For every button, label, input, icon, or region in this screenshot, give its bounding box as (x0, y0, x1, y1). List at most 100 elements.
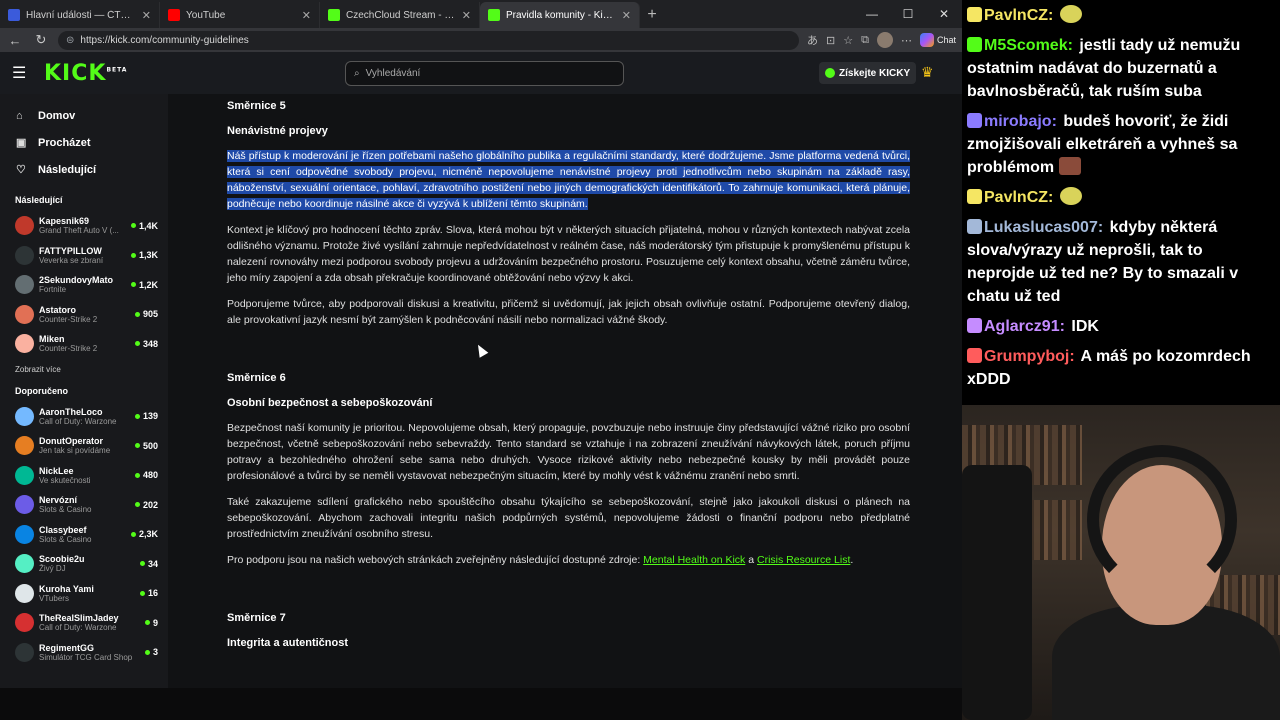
nav-browse[interactable]: ▣ Procházet (0, 129, 168, 156)
chat-message: Lukaslucas007: kdyby některá slova/výraz… (967, 216, 1274, 308)
kick-logo[interactable]: KICKBETA (44, 61, 127, 86)
channel-info: FATTYPILLOW Veverka se zbraní (39, 246, 126, 265)
favorite-icon[interactable]: ☆ (843, 34, 853, 47)
channel-avatar (15, 613, 34, 633)
viewer-count: 34 (140, 559, 158, 569)
maximize-icon[interactable]: ☐ (890, 0, 926, 28)
channel-item[interactable]: 2SekundovyMato Fortnite 1,2K (0, 270, 168, 300)
channel-item[interactable]: DonutOperator Jen tak si povídáme 500 (0, 431, 168, 461)
channel-item[interactable]: NickLee Ve skutečnosti 480 (0, 461, 168, 491)
channel-name: FATTYPILLOW (39, 245, 102, 256)
menu-icon[interactable]: ☰ (12, 63, 34, 83)
close-window-icon[interactable]: ✕ (926, 0, 962, 28)
and-text: a (745, 554, 757, 566)
section-7-title: Směrnice 7 (227, 612, 286, 624)
mental-health-link[interactable]: Mental Health on Kick (643, 554, 745, 566)
profile-avatar[interactable] (876, 32, 893, 48)
new-tab-icon[interactable]: + (640, 6, 664, 24)
emote-icon (1059, 5, 1082, 23)
following-list: Kapesnik69 Grand Theft Auto V (... 1,4K FAT… (0, 211, 168, 359)
chat-username[interactable]: Aglarcz91: (984, 318, 1065, 335)
headphones (1087, 445, 1237, 595)
section-6-paragraph-3: Pro podporu jsou na našich webových strá… (227, 552, 910, 568)
webcam-feed (962, 405, 1280, 720)
chat-username[interactable]: PavlnCZ: (984, 189, 1053, 206)
reload-icon[interactable]: ↻ (32, 32, 50, 48)
more-icon[interactable]: ⋯ (901, 34, 912, 47)
close-icon[interactable]: ✕ (622, 9, 631, 22)
chat-username[interactable]: PavlnCZ: (984, 7, 1053, 24)
chat-badge-icon (967, 318, 982, 333)
reader-icon[interactable]: ⊡ (826, 34, 835, 47)
channel-info: Classybeef Slots & Casino (39, 525, 126, 544)
translate-icon[interactable]: あ (807, 32, 818, 48)
channel-avatar (15, 642, 34, 662)
channel-name: Nervózní (39, 495, 78, 506)
nav-following[interactable]: ♡ Následující (0, 156, 168, 183)
channel-item[interactable]: Kapesnik69 Grand Theft Auto V (... 1,4K (0, 211, 168, 241)
chat-username[interactable]: Lukaslucas007: (984, 219, 1103, 236)
channel-item[interactable]: Nervózní Slots & Casino 202 (0, 490, 168, 520)
channel-item[interactable]: Classybeef Slots & Casino 2,3K (0, 520, 168, 550)
chat-badge-icon (967, 37, 982, 52)
kick-icon (328, 9, 340, 21)
channel-info: 2SekundovyMato Fortnite (39, 275, 126, 294)
section-6-title: Směrnice 6 (227, 372, 286, 384)
channel-info: Nervózní Slots & Casino (39, 495, 130, 514)
channel-avatar (15, 524, 34, 544)
chat-message: PavlnCZ: (967, 4, 1274, 27)
channel-item[interactable]: AaronTheLoco Call of Duty: Warzone 139 (0, 402, 168, 432)
user-avatar-icon[interactable]: ♛ (921, 64, 934, 81)
close-icon[interactable]: ✕ (462, 9, 471, 22)
site-info-icon[interactable]: ⊜ (66, 35, 74, 46)
search-input[interactable]: ⌕ Vyhledávání (345, 61, 624, 86)
channel-category: Call of Duty: Warzone (39, 416, 117, 426)
channel-avatar (15, 495, 34, 515)
tab-youtube[interactable]: YouTube ✕ (160, 2, 320, 28)
screen: Hlavní události — ČT24 — Česká te... ✕ Y… (0, 0, 1280, 720)
channel-avatar (15, 216, 34, 236)
channel-item[interactable]: Kuroha Yami VTubers 16 (0, 579, 168, 609)
back-icon[interactable]: ← (6, 33, 24, 48)
channel-info: Kapesnik69 Grand Theft Auto V (... (39, 216, 126, 235)
chat-username[interactable]: M5Scomek: (984, 37, 1073, 54)
tab-ct24[interactable]: Hlavní události — ČT24 — Česká te... ✕ (0, 2, 160, 28)
channel-avatar (15, 406, 34, 426)
channel-category: Veverka se zbraní (39, 255, 104, 265)
show-more-link[interactable]: Zobrazit více (0, 359, 168, 374)
channel-category: Counter-Strike 2 (39, 344, 98, 354)
microphone (962, 465, 1032, 720)
copilot-chat-button[interactable]: Chat (919, 33, 956, 47)
channel-item[interactable]: Miken Counter-Strike 2 348 (0, 329, 168, 359)
channel-item[interactable]: Scoobie2u Živý DJ 34 (0, 549, 168, 579)
close-icon[interactable]: ✕ (302, 9, 311, 22)
get-kicks-button[interactable]: Získejte KICKY (819, 62, 917, 84)
channel-item[interactable]: Astatoro Counter-Strike 2 905 (0, 300, 168, 330)
channel-item[interactable]: FATTYPILLOW Veverka se zbraní 1,3K (0, 241, 168, 271)
chat-username[interactable]: Grumpyboj: (984, 348, 1075, 365)
sidebar: ⌂ Domov ▣ Procházet ♡ Následující Následují… (0, 94, 168, 688)
minimize-icon[interactable]: — (854, 0, 890, 28)
youtube-icon (168, 9, 180, 21)
channel-avatar (15, 275, 34, 295)
close-icon[interactable]: ✕ (142, 9, 151, 22)
nav-home[interactable]: ⌂ Domov (0, 102, 168, 129)
channel-item[interactable]: TheRealSlimJadey Call of Duty: Warzone 9 (0, 608, 168, 638)
viewer-count: 1,2K (131, 280, 158, 290)
guidelines-content[interactable]: Směrnice 5 Nenávistné projevy Náš přístu… (168, 94, 962, 688)
crisis-resource-link[interactable]: Crisis Resource List (757, 554, 850, 566)
tab-czechcloud[interactable]: CzechCloud Stream - Watch Live o... ✕ (320, 2, 480, 28)
search-placeholder: Vyhledávání (365, 68, 421, 79)
kick-header: ☰ KICKBETA ⌕ Vyhledávání Získejte KICKY … (0, 52, 962, 94)
chat-badge-icon (967, 7, 982, 22)
chat-username[interactable]: mirobajo: (984, 113, 1057, 130)
tab-label: YouTube (186, 9, 226, 21)
channel-info: RegimentGG Simulátor TCG Card Shop (39, 643, 140, 662)
channel-item[interactable]: RegimentGG Simulátor TCG Card Shop 3 (0, 638, 168, 668)
home-icon: ⌂ (16, 109, 23, 122)
tab-kick-guidelines[interactable]: Pravidla komunity - Kick Streamin... ✕ (480, 2, 640, 28)
viewer-count: 202 (135, 500, 158, 510)
url-field[interactable]: ⊜ https://kick.com/community-guidelines (58, 30, 800, 50)
extensions-icon[interactable]: ⧉ (861, 34, 869, 47)
section-5-paragraph-2: Kontext je klíčový pro hodnocení těchto … (227, 224, 910, 284)
